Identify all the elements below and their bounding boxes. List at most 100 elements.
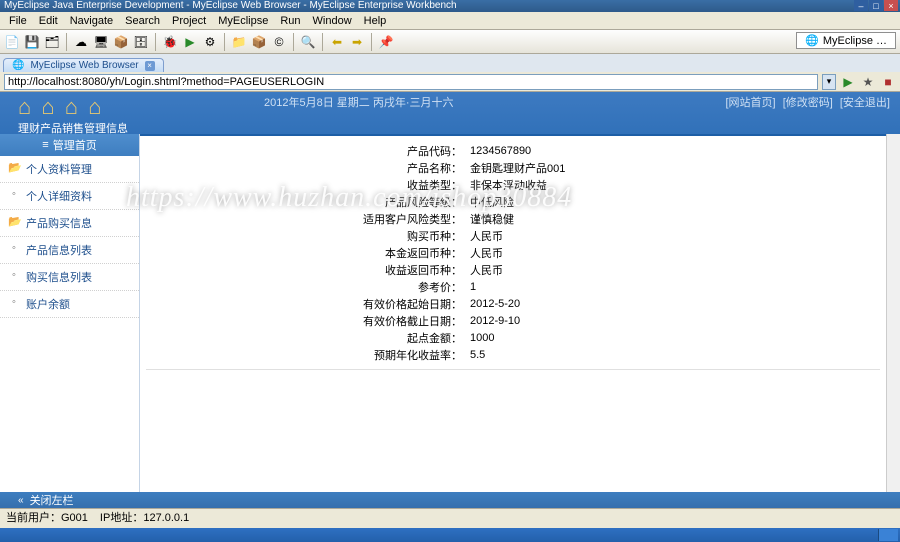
- sidebar-item-profile-mgmt[interactable]: 个人资料管理: [0, 156, 139, 183]
- sidebar: ≡ 管理首页 个人资料管理 个人详细资料 产品购买信息 产品信息列表 购买信息列…: [0, 134, 140, 492]
- detail-panel: 产品代码：1234567890产品名称：金钥匙理财产品001收益类型：非保本浮动…: [140, 134, 886, 480]
- menu-myeclipse[interactable]: MyEclipse: [212, 15, 274, 27]
- detail-value: 2012-5-20: [470, 298, 520, 310]
- link-change-password[interactable]: [修改密码]: [783, 97, 833, 109]
- detail-value: 金钥匙理财产品001: [470, 160, 565, 176]
- toolbar-sep: [66, 33, 67, 51]
- sidebar-header[interactable]: ≡ 管理首页: [0, 134, 139, 156]
- package-icon[interactable]: 📦: [251, 34, 267, 50]
- db-icon[interactable]: 🗄: [133, 34, 149, 50]
- url-input[interactable]: [4, 74, 818, 90]
- favorite-icon[interactable]: ★: [860, 74, 876, 90]
- cloud-icon[interactable]: ☁: [73, 34, 89, 50]
- menu-search[interactable]: Search: [119, 15, 166, 27]
- deploy-icon[interactable]: 📦: [113, 34, 129, 50]
- detail-value: 人民币: [470, 228, 503, 244]
- link-logout[interactable]: [安全退出]: [840, 97, 890, 109]
- toolbar-sep: [155, 33, 156, 51]
- url-dropdown-icon[interactable]: ▾: [822, 74, 836, 90]
- banner-date: 2012年5月8日 星期二 丙戌年·三月十六: [264, 94, 453, 110]
- detail-label: 收益返回币种：: [140, 262, 470, 278]
- detail-label: 产品代码：: [140, 143, 470, 159]
- tab-close-icon[interactable]: ×: [145, 61, 155, 71]
- go-button[interactable]: ▶: [840, 74, 856, 90]
- search-icon[interactable]: 🔍: [300, 34, 316, 50]
- link-home[interactable]: [网站首页]: [726, 97, 776, 109]
- debug-icon[interactable]: 🐞: [162, 34, 178, 50]
- perspective-myeclipse[interactable]: 🌐 MyEclipse …: [796, 32, 896, 49]
- detail-row: 起点金额：1000: [140, 329, 886, 346]
- save-all-icon[interactable]: 🗂: [44, 34, 60, 50]
- window-title: MyEclipse Java Enterprise Development - …: [4, 0, 457, 11]
- menu-file[interactable]: File: [3, 15, 33, 27]
- sidebar-item-profile-detail[interactable]: 个人详细资料: [0, 183, 139, 210]
- globe-icon: 🌐: [805, 34, 819, 47]
- toolbar-sep: [371, 33, 372, 51]
- system-tray[interactable]: [878, 529, 898, 541]
- toolbar-sep: [293, 33, 294, 51]
- menu-run[interactable]: Run: [274, 15, 306, 27]
- detail-table: 产品代码：1234567890产品名称：金钥匙理财产品001收益类型：非保本浮动…: [140, 136, 886, 369]
- stop-button[interactable]: ■: [880, 74, 896, 90]
- detail-label: 收益类型：: [140, 177, 470, 193]
- detail-row: 产品名称：金钥匙理财产品001: [140, 159, 886, 176]
- detail-row: 购买币种：人民币: [140, 227, 886, 244]
- menu-help[interactable]: Help: [358, 15, 393, 27]
- detail-label: 产品风险等级：: [140, 194, 470, 210]
- detail-label: 有效价格截止日期：: [140, 313, 470, 329]
- server-icon[interactable]: 🖥: [93, 34, 109, 50]
- detail-value: 中低风险: [470, 194, 514, 210]
- toolbar-sep: [224, 33, 225, 51]
- detail-value: 1: [470, 281, 476, 293]
- menu-project[interactable]: Project: [166, 15, 212, 27]
- detail-value: 谨慎稳健: [470, 211, 514, 227]
- menu-window[interactable]: Window: [307, 15, 358, 27]
- detail-label: 有效价格起始日期：: [140, 296, 470, 312]
- tab-browser[interactable]: 🌐 MyEclipse Web Browser ×: [3, 58, 164, 72]
- collapse-label: 关闭左栏: [30, 492, 74, 508]
- pin-icon[interactable]: 📌: [378, 34, 394, 50]
- globe-icon: 🌐: [12, 60, 24, 71]
- sidebar-item-label: 个人资料管理: [26, 164, 92, 176]
- detail-border: [146, 369, 880, 370]
- editor-tab-row: 🌐 MyEclipse Web Browser ×: [0, 54, 900, 72]
- detail-label: 适用客户风险类型：: [140, 211, 470, 227]
- status-user: 当前用户：G001: [6, 509, 88, 525]
- chevron-left-icon: «: [18, 495, 24, 506]
- collapse-sidebar-bar[interactable]: « 关闭左栏: [0, 492, 900, 508]
- sidebar-item-label: 购买信息列表: [26, 272, 92, 284]
- detail-row: 预期年化收益率：5.5: [140, 346, 886, 363]
- sidebar-item-product-list[interactable]: 产品信息列表: [0, 237, 139, 264]
- minimize-button[interactable]: –: [854, 0, 868, 11]
- detail-value: 5.5: [470, 349, 485, 361]
- vertical-scrollbar[interactable]: [886, 134, 900, 492]
- run-icon[interactable]: ▶: [182, 34, 198, 50]
- detail-row: 收益返回币种：人民币: [140, 261, 886, 278]
- detail-value: 人民币: [470, 262, 503, 278]
- status-ip: IP地址：127.0.0.1: [100, 509, 189, 525]
- back-icon[interactable]: ⬅: [329, 34, 345, 50]
- menu-bar: File Edit Navigate Search Project MyEcli…: [0, 12, 900, 30]
- new-icon[interactable]: 📄: [4, 34, 20, 50]
- menu-edit[interactable]: Edit: [33, 15, 64, 27]
- sidebar-item-purchase-list[interactable]: 购买信息列表: [0, 264, 139, 291]
- window-close-button[interactable]: ×: [884, 0, 898, 11]
- forward-icon[interactable]: ➡: [349, 34, 365, 50]
- project-icon[interactable]: 📁: [231, 34, 247, 50]
- maximize-button[interactable]: □: [869, 0, 883, 11]
- os-taskbar[interactable]: [0, 528, 900, 542]
- class-icon[interactable]: ©: [271, 34, 287, 50]
- ide-toolbar: 📄 💾 🗂 ☁ 🖥 📦 🗄 🐞 ▶ ⚙ 📁 📦 © 🔍 ⬅ ➡ 📌 🌐 MyEc…: [0, 30, 900, 54]
- menu-navigate[interactable]: Navigate: [64, 15, 119, 27]
- detail-row: 适用客户风险类型：谨慎稳健: [140, 210, 886, 227]
- detail-label: 起点金额：: [140, 330, 470, 346]
- banner-links: [网站首页] [修改密码] [安全退出]: [722, 94, 891, 110]
- detail-label: 产品名称：: [140, 160, 470, 176]
- ext-icon[interactable]: ⚙: [202, 34, 218, 50]
- detail-row: 本金返回币种：人民币: [140, 244, 886, 261]
- detail-row: 有效价格起始日期：2012-5-20: [140, 295, 886, 312]
- detail-row: 参考价：1: [140, 278, 886, 295]
- sidebar-item-purchase-info[interactable]: 产品购买信息: [0, 210, 139, 237]
- sidebar-item-balance[interactable]: 账户余额: [0, 291, 139, 318]
- save-icon[interactable]: 💾: [24, 34, 40, 50]
